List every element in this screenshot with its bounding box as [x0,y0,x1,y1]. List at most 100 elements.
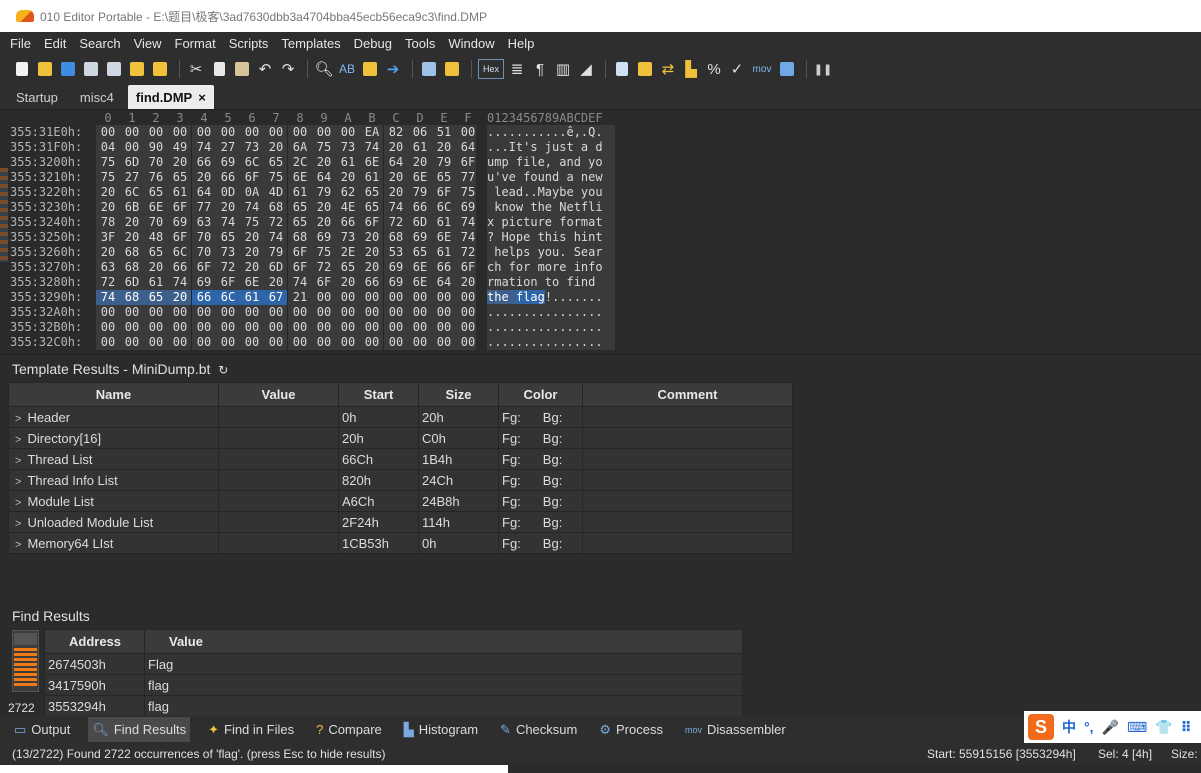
hex-byte[interactable]: 00 [384,290,408,305]
col-name[interactable]: Name [8,382,219,407]
hex-byte[interactable]: 64 [192,185,216,200]
ime-voice-icon[interactable]: 🎤 [1102,719,1119,736]
hex-byte[interactable]: 6F [312,275,336,290]
hex-byte[interactable]: 00 [336,335,360,350]
hex-byte[interactable]: 64 [312,170,336,185]
hex-byte[interactable]: 49 [168,140,192,155]
hex-byte[interactable]: 75 [96,170,120,185]
hex-byte[interactable]: 77 [192,200,216,215]
highlight-icon[interactable]: ◢ [576,59,596,79]
hex-byte[interactable]: 6F [192,260,216,275]
hex-byte[interactable]: 63 [96,260,120,275]
hex-byte[interactable]: 65 [288,215,312,230]
hex-ascii[interactable]: ................ [487,335,615,350]
hex-byte[interactable]: 00 [120,335,144,350]
open-workspace-icon[interactable] [150,59,170,79]
hex-byte[interactable]: 00 [384,305,408,320]
hex-byte[interactable]: 00 [360,305,384,320]
hex-byte[interactable]: 00 [384,320,408,335]
hex-bytes[interactable]: 20 68 65 6C 70 73 20 79 6F 75 2E 20 53 65 61 72 [96,245,476,260]
hex-byte[interactable]: 69 [456,200,480,215]
hex-byte[interactable]: 65 [408,245,432,260]
hex-byte[interactable]: 70 [144,155,168,170]
hex-byte[interactable]: 63 [192,215,216,230]
hex-byte[interactable]: 6F [288,245,312,260]
hex-byte[interactable]: 61 [408,140,432,155]
hex-byte[interactable]: 00 [288,125,312,140]
hex-byte[interactable]: 00 [192,305,216,320]
hex-byte[interactable]: 65 [144,245,168,260]
hex-byte[interactable]: 6C [216,290,240,305]
hex-byte[interactable]: 68 [288,230,312,245]
hex-byte[interactable]: 74 [360,140,384,155]
hex-byte[interactable]: 00 [144,305,168,320]
hex-byte[interactable]: 64 [456,140,480,155]
hex-byte[interactable]: 6E [408,260,432,275]
col-color[interactable]: Color [498,382,583,407]
hex-byte[interactable]: 72 [216,260,240,275]
undo-icon[interactable]: ↶ [255,59,275,79]
run-template-icon[interactable] [442,59,462,79]
hex-byte[interactable]: 00 [384,335,408,350]
hex-byte[interactable]: 65 [144,290,168,305]
hex-byte[interactable]: 69 [168,215,192,230]
hex-byte[interactable]: 00 [312,305,336,320]
hex-ascii[interactable]: ...It's just a d [487,140,615,155]
template-name[interactable]: > Directory[16] [8,427,219,449]
hex-byte[interactable]: 00 [360,320,384,335]
disassembler-button[interactable]: mov [750,59,774,79]
hex-byte[interactable]: 62 [336,185,360,200]
goto-icon[interactable]: ➔ [383,59,403,79]
chevron-right-icon[interactable]: > [15,434,21,446]
hex-byte[interactable]: 69 [192,275,216,290]
hex-byte[interactable]: 74 [168,275,192,290]
hex-byte[interactable]: 00 [336,125,360,140]
hex-byte[interactable]: 65 [432,170,456,185]
menu-format[interactable]: Format [175,36,216,51]
menu-help[interactable]: Help [508,36,535,51]
hex-byte[interactable]: 20 [168,155,192,170]
hex-byte[interactable]: 00 [144,320,168,335]
hex-byte[interactable]: 00 [360,290,384,305]
tab-find-dmp[interactable]: find.DMP × [127,85,214,109]
hex-row[interactable]: 355:3290h: 74 68 65 20 66 6C 61 67 21 00 00 00 00 00 00… [0,290,640,305]
chevron-right-icon[interactable]: > [15,518,21,530]
hex-row[interactable]: 355:32A0h: 00 00 00 00 00 00 00 00 00 00 00 00 00 00 00… [0,305,640,320]
hex-bytes[interactable]: 78 20 70 69 63 74 75 72 65 20 66 6F 72 6D 61 74 [96,215,476,230]
hex-byte[interactable]: 6D [264,260,288,275]
hex-byte[interactable]: 69 [216,155,240,170]
hex-bytes[interactable]: 20 6C 65 61 64 0D 0A 4D 61 79 62 65 20 79 6F 75 [96,185,476,200]
hex-byte[interactable]: 48 [144,230,168,245]
menu-tools[interactable]: Tools [405,36,435,51]
hex-byte[interactable]: 00 [264,305,288,320]
hex-byte[interactable]: 6E [408,170,432,185]
hex-byte[interactable]: 00 [216,320,240,335]
hex-byte[interactable]: 00 [432,320,456,335]
hex-byte[interactable]: 27 [216,140,240,155]
col-address[interactable]: Address [44,629,145,654]
hex-byte[interactable]: 6E [408,275,432,290]
template-name[interactable]: > Module List [8,490,219,512]
hex-row[interactable]: 355:31E0h: 00 00 00 00 00 00 00 00 00 00 00 EA 82 06 51… [0,125,640,140]
hex-byte[interactable]: 00 [360,335,384,350]
tab-compare[interactable]: ? Compare [312,717,386,742]
hex-byte[interactable]: 66 [432,260,456,275]
menu-scripts[interactable]: Scripts [229,36,269,51]
menu-search[interactable]: Search [79,36,120,51]
hex-byte[interactable]: 00 [216,125,240,140]
hex-byte[interactable]: 61 [144,275,168,290]
template-color[interactable]: Fg: Bg: [498,406,583,428]
template-color[interactable]: Fg: Bg: [498,490,583,512]
hex-byte[interactable]: 74 [216,215,240,230]
hex-byte[interactable]: 66 [168,260,192,275]
new-file-icon[interactable] [12,59,32,79]
hex-byte[interactable]: 20 [240,260,264,275]
hex-byte[interactable]: 00 [312,335,336,350]
hex-byte[interactable]: 00 [408,320,432,335]
hex-row[interactable]: 355:3200h: 75 6D 70 20 66 69 6C 65 2C 20 61 6E 64 20 79… [0,155,640,170]
hex-byte[interactable]: 6B [120,200,144,215]
hex-byte[interactable]: 74 [456,230,480,245]
hex-bytes[interactable]: 00 00 00 00 00 00 00 00 00 00 00 00 00 00 00 00 [96,335,476,350]
hex-byte[interactable]: 00 [96,305,120,320]
ime-keyboard-icon[interactable]: ⌨ [1127,719,1147,736]
